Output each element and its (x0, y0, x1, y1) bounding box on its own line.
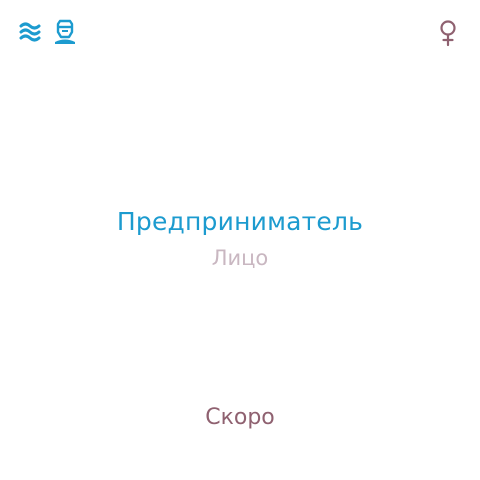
avatar-button[interactable] (52, 18, 78, 46)
page-title: Предприниматель (116, 207, 364, 236)
menu-button[interactable] (18, 19, 44, 45)
gender-button[interactable] (436, 18, 462, 48)
page-subtitle: Лицо (211, 246, 269, 270)
female-symbol-icon (440, 20, 456, 47)
bearded-man-icon (55, 19, 75, 44)
waves-menu-icon (19, 22, 41, 42)
status-text: Скоро (205, 405, 275, 430)
